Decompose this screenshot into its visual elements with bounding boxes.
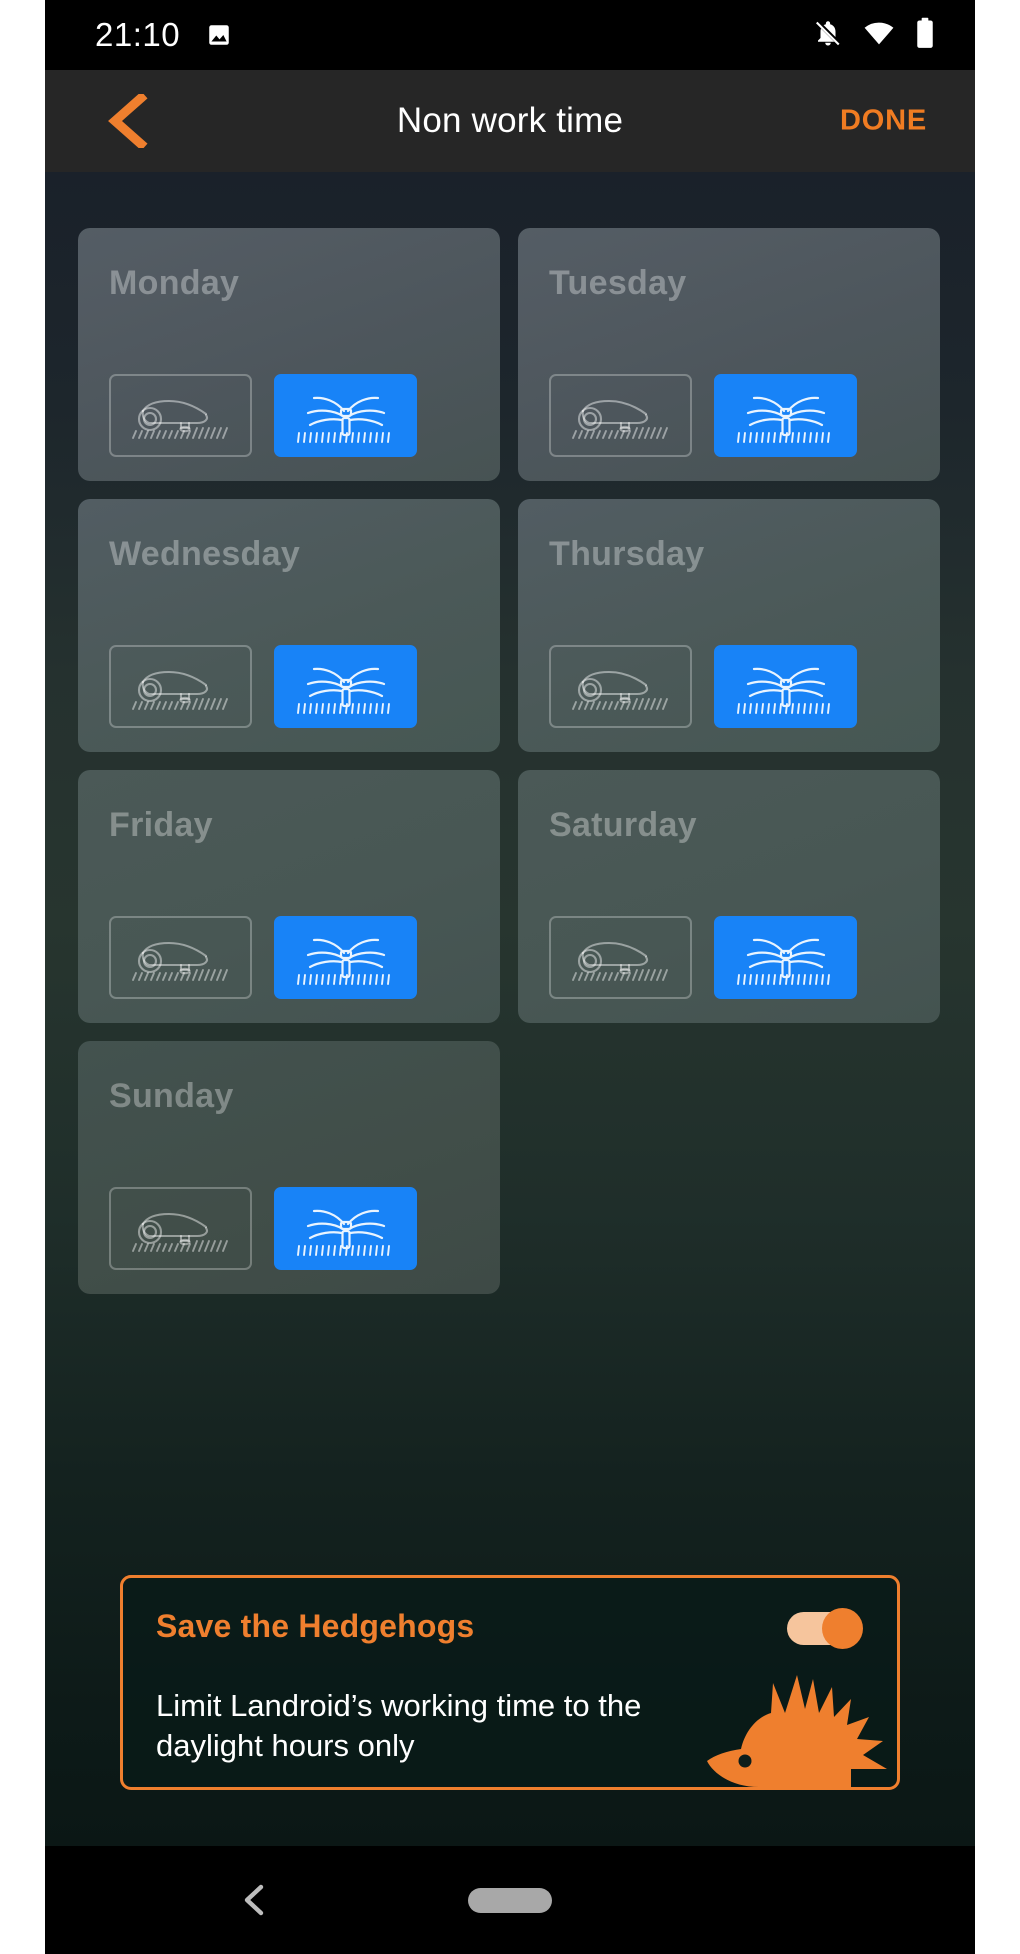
day-card-wednesday[interactable]: Wednesday xyxy=(78,499,500,752)
page-title: Non work time xyxy=(396,101,624,140)
mode-mower-button[interactable] xyxy=(109,645,252,728)
nav-back-icon[interactable] xyxy=(241,1883,267,1917)
day-card-tuesday[interactable]: Tuesday xyxy=(518,228,940,481)
notifications-off-icon xyxy=(813,18,843,53)
app-header: Non work time DONE xyxy=(45,70,975,172)
day-label: Tuesday xyxy=(549,264,687,302)
day-label: Wednesday xyxy=(109,535,301,573)
mode-toggle-group xyxy=(109,374,417,457)
mode-sprinkler-button[interactable] xyxy=(714,916,857,999)
status-icons xyxy=(813,0,935,70)
day-card-monday[interactable]: Monday xyxy=(78,228,500,481)
mode-mower-button[interactable] xyxy=(549,916,692,999)
day-card-friday[interactable]: Friday xyxy=(78,770,500,1023)
toggle-knob xyxy=(822,1608,863,1649)
mode-mower-button[interactable] xyxy=(549,645,692,728)
day-card-thursday[interactable]: Thursday xyxy=(518,499,940,752)
mode-sprinkler-button[interactable] xyxy=(274,645,417,728)
mode-sprinkler-button[interactable] xyxy=(274,1187,417,1270)
day-label: Saturday xyxy=(549,806,697,844)
mode-toggle-group xyxy=(549,916,857,999)
mode-sprinkler-button[interactable] xyxy=(714,374,857,457)
day-label: Sunday xyxy=(109,1077,234,1115)
done-button[interactable]: DONE xyxy=(840,105,927,138)
mode-sprinkler-button[interactable] xyxy=(274,916,417,999)
nav-home-pill[interactable] xyxy=(468,1887,552,1913)
day-label: Thursday xyxy=(549,535,705,573)
mode-toggle-group xyxy=(549,374,857,457)
save-hedgehogs-panel: Save the Hedgehogs Limit Landroid’s work… xyxy=(120,1575,900,1790)
day-card-sunday[interactable]: Sunday xyxy=(78,1041,500,1294)
day-card-saturday[interactable]: Saturday xyxy=(518,770,940,1023)
mode-sprinkler-button[interactable] xyxy=(714,645,857,728)
back-button[interactable] xyxy=(107,91,151,151)
mode-toggle-group xyxy=(109,1187,417,1270)
battery-full-icon xyxy=(915,17,935,54)
mode-toggle-group xyxy=(109,645,417,728)
mode-sprinkler-button[interactable] xyxy=(274,374,417,457)
mode-toggle-group xyxy=(549,645,857,728)
content-area: Monday Tuesday Wednesday Thursday Friday… xyxy=(45,172,975,1846)
mode-mower-button[interactable] xyxy=(109,916,252,999)
mode-mower-button[interactable] xyxy=(549,374,692,457)
status-bar: 21:10 xyxy=(45,0,975,70)
android-nav-bar xyxy=(45,1846,975,1954)
mode-mower-button[interactable] xyxy=(109,1187,252,1270)
panel-description: Limit Landroid’s working time to the day… xyxy=(156,1688,642,1763)
image-icon xyxy=(206,22,232,48)
day-schedule-grid: Monday Tuesday Wednesday Thursday Friday… xyxy=(78,228,940,1294)
hedgehog-illustration xyxy=(701,1669,891,1787)
mode-mower-button[interactable] xyxy=(109,374,252,457)
phone-screen: 21:10 Non work time DONE Monday Tuesday … xyxy=(45,0,975,1954)
day-label: Friday xyxy=(109,806,213,844)
status-time: 21:10 xyxy=(95,16,181,53)
save-hedgehogs-toggle[interactable] xyxy=(787,1608,863,1649)
panel-title: Save the Hedgehogs xyxy=(156,1608,475,1644)
day-label: Monday xyxy=(109,264,240,302)
wifi-icon xyxy=(863,18,895,53)
mode-toggle-group xyxy=(109,916,417,999)
